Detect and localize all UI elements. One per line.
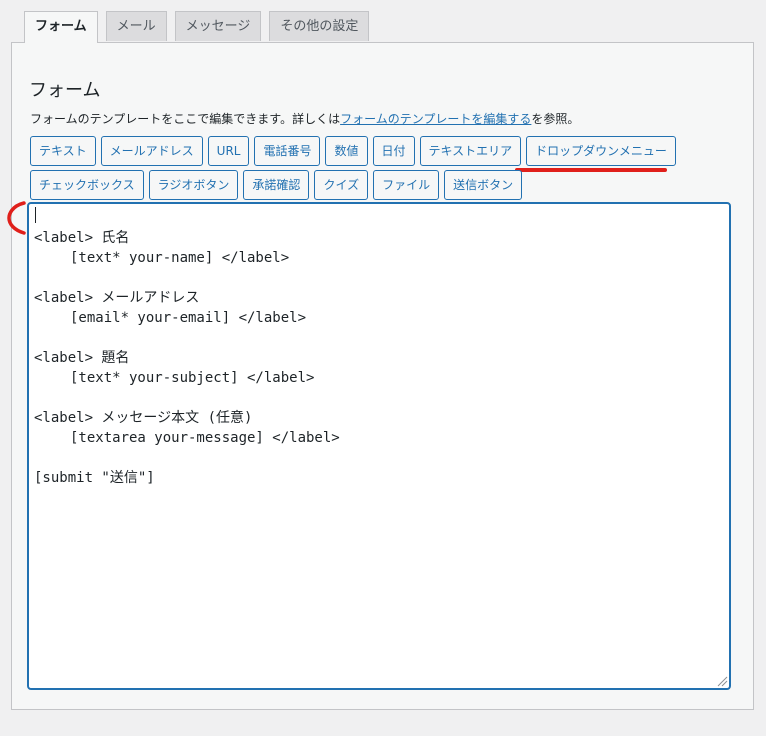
tag-generator-row-2: チェックボックス ラジオボタン 承諾確認 クイズ ファイル 送信ボタン — [30, 170, 523, 200]
panel-title: フォーム — [29, 80, 101, 101]
tag-generator-row-1: テキスト メールアドレス URL 電話番号 数値 日付 テキストエリア ドロップ… — [30, 136, 676, 166]
tag-button-tel[interactable]: 電話番号 — [254, 136, 321, 166]
description-suffix: を参照。 — [531, 112, 580, 126]
tag-button-radio[interactable]: ラジオボタン — [148, 170, 239, 200]
tag-button-quiz[interactable]: クイズ — [314, 170, 369, 200]
tag-button-number[interactable]: 数値 — [325, 136, 368, 166]
tag-button-email[interactable]: メールアドレス — [100, 136, 203, 166]
tab-bar: フォーム メール メッセージ その他の設定 — [24, 11, 370, 43]
tag-button-acceptance[interactable]: 承諾確認 — [243, 170, 310, 200]
editor-line: [text* your-name] </label> — [70, 250, 290, 266]
description-prefix: フォームのテンプレートをここで編集できます。詳しくは — [30, 112, 341, 126]
highlight-underline — [515, 168, 667, 172]
panel-description: フォームのテンプレートをここで編集できます。詳しくはフォームのテンプレートを編集… — [30, 110, 579, 127]
editor-line: <label> メッセージ本文 (任意) — [34, 410, 253, 426]
edit-template-link[interactable]: フォームのテンプレートを編集する — [340, 112, 531, 126]
tab-mail[interactable]: メール — [105, 11, 167, 41]
tag-button-url[interactable]: URL — [207, 136, 250, 166]
editor-line: [text* your-subject] </label> — [70, 370, 315, 386]
editor-line: [textarea your-message] </label> — [70, 430, 340, 446]
tab-messages[interactable]: メッセージ — [174, 11, 262, 41]
tag-button-date[interactable]: 日付 — [372, 136, 415, 166]
editor-line: <label> 氏名 — [34, 230, 130, 246]
editor-line: [email* your-email] </label> — [70, 310, 307, 326]
resize-handle-icon[interactable] — [716, 675, 728, 687]
tag-button-text[interactable]: テキスト — [30, 136, 96, 166]
editor-line: <label> 題名 — [34, 350, 130, 366]
tag-button-file[interactable]: ファイル — [373, 170, 440, 200]
tab-form[interactable]: フォーム — [24, 11, 98, 43]
text-caret — [35, 207, 36, 223]
tag-button-textarea[interactable]: テキストエリア — [419, 136, 522, 166]
tag-button-dropdown[interactable]: ドロップダウンメニュー — [526, 136, 676, 166]
highlight-arc — [7, 201, 26, 235]
editor-line: <label> メールアドレス — [34, 290, 200, 306]
editor-line: [submit "送信"] — [34, 470, 155, 486]
tab-additional-settings[interactable]: その他の設定 — [269, 11, 370, 41]
tag-button-submit[interactable]: 送信ボタン — [444, 170, 523, 200]
tag-button-checkbox[interactable]: チェックボックス — [30, 170, 144, 200]
editor-content: <label> 氏名 [text* your-name] </label> <l… — [34, 228, 340, 488]
